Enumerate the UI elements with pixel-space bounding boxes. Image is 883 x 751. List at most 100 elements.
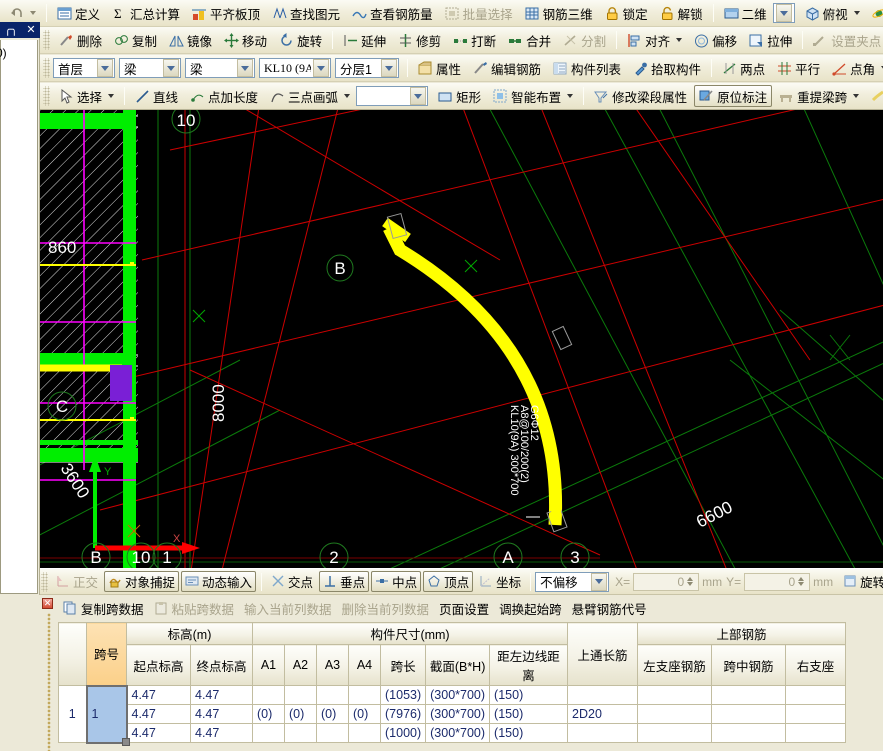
toolbar-button-three-point-arc[interactable]: 三点画弧 [265, 85, 355, 107]
toolbar-button-re-extract-span[interactable]: 重提梁跨 [774, 85, 864, 107]
cell-a3[interactable]: (0) [317, 705, 349, 724]
cell-mid-span-rebar[interactable] [712, 724, 786, 743]
toolbar-button-edit-beam-segment[interactable]: 修改梁段属性 [589, 85, 692, 107]
spinner-icon[interactable] [687, 577, 698, 586]
cell-section-bh[interactable]: (300*700) [426, 686, 490, 705]
offset-y-input[interactable]: 0 [744, 573, 810, 591]
table-row[interactable]: 4.47 4.47 (0) (0) (0) (0) (7976) (300*70… [59, 705, 846, 724]
toolbar-button-delete[interactable]: 删除 [54, 29, 107, 51]
header-member-size-group[interactable]: 构件尺寸(mm) [253, 623, 568, 645]
cell-start-elevation[interactable]: 4.47 [127, 724, 191, 743]
cell-a2[interactable] [285, 724, 317, 743]
close-icon[interactable]: ✕ [42, 598, 53, 609]
cell-right-support-rebar[interactable] [786, 705, 846, 724]
toolbar-button-move[interactable]: 移动 [219, 29, 272, 51]
header-top-through-rebar[interactable]: 上通长筋 [568, 623, 638, 686]
cell-row-number[interactable]: 1 [59, 686, 87, 743]
toolbar-button-find-element[interactable]: 查找图元 [267, 2, 345, 24]
table-row[interactable]: 4.47 4.47 (1000) (300*700) (150) [59, 724, 846, 743]
snap-button-ortho[interactable]: 正交 [52, 571, 102, 592]
toolbar-button-in-place-annotation[interactable]: 原位标注 [694, 85, 772, 107]
grid-button-cantilever-rebar-code[interactable]: 悬臂钢筋代号 [567, 598, 652, 618]
chevron-down-icon[interactable] [676, 38, 682, 42]
chevron-down-icon[interactable] [108, 94, 114, 98]
toolbar-button-two-d[interactable]: 二维 [719, 2, 772, 24]
floor-select[interactable]: 首层 [53, 58, 115, 78]
cell-a1[interactable]: (0) [253, 705, 285, 724]
cell-section-bh[interactable]: (300*700) [426, 705, 490, 724]
toolbar-button-offset[interactable]: 偏移 [689, 29, 742, 51]
header-elevation-group[interactable]: 标高(m) [127, 623, 253, 645]
toolbar-button-trim[interactable]: 修剪 [393, 29, 446, 51]
toolbar-button-span-data[interactable]: 梁跨数据 [866, 85, 883, 107]
table-row[interactable]: 1 1 4.47 4.47 (1053) (300*700) (150) [59, 686, 846, 705]
snap-button-intersection[interactable]: 交点 [267, 571, 317, 592]
panel-grip[interactable] [47, 613, 51, 751]
toolbar-button-rotate[interactable]: 旋转 [274, 29, 327, 51]
grid-button-input-current-column[interactable]: 输入当前列数据 [239, 598, 337, 618]
toolbar-button-split[interactable]: 分割 [558, 29, 611, 51]
toolbar-button-batch-select[interactable]: 批量选择 [440, 2, 518, 24]
cell-start-elevation[interactable]: 4.47 [127, 705, 191, 724]
cell-a3[interactable] [317, 724, 349, 743]
cell-top-through-rebar[interactable] [568, 686, 638, 705]
left-dock-tab[interactable]: ╭╮ ✕ [0, 22, 40, 38]
toolbar-button-merge[interactable]: 合并 [503, 29, 556, 51]
header-span-length[interactable]: 跨长 [381, 645, 426, 686]
toolbar-button-smart-layout[interactable]: 智能布置 [488, 85, 578, 107]
pin-icon[interactable]: ╭╮ [4, 25, 17, 36]
toolbar-button-two-point[interactable]: 两点 [717, 57, 770, 79]
header-right-support-rebar[interactable]: 右支座 [786, 645, 846, 686]
rotate-toggle[interactable]: 旋转 [839, 571, 883, 592]
chevron-down-icon[interactable] [381, 59, 397, 77]
toolbar-button-align-slab-top[interactable]: 平齐板顶 [187, 2, 265, 24]
toolbar-button-unlock[interactable]: 解锁 [655, 2, 708, 24]
toolbar-button-align[interactable]: 对齐 [622, 29, 687, 51]
cell-left-support-rebar[interactable] [638, 686, 712, 705]
grid-button-paste-span-data[interactable]: 粘贴跨数据 [149, 598, 240, 618]
header-start-elevation[interactable]: 起点标高 [127, 645, 191, 686]
cell-a3[interactable] [317, 686, 349, 705]
cell-a4[interactable] [349, 686, 381, 705]
span-data-table[interactable]: 跨号 标高(m) 构件尺寸(mm) 上通长筋 上部钢筋 起点标高 终点标高 A1… [58, 622, 846, 744]
snap-button-dynamic-input[interactable]: 动态输入 [181, 571, 256, 592]
toolbar-button-pick-component[interactable]: 拾取构件 [628, 57, 706, 79]
cell-distance-to-left-edge[interactable]: (150) [490, 705, 568, 724]
undo-button[interactable] [6, 2, 40, 24]
subcategory-select[interactable]: 梁 [185, 58, 255, 78]
snap-button-perpendicular[interactable]: 垂点 [319, 571, 369, 592]
header-top-rebar-group[interactable]: 上部钢筋 [638, 623, 846, 645]
chevron-down-icon[interactable] [410, 87, 426, 105]
toolbar-button-mirror[interactable]: 镜像 [164, 29, 217, 51]
spinner-icon[interactable] [798, 577, 809, 586]
toolbar-button-copy[interactable]: 复制 [109, 29, 162, 51]
cell-a4[interactable] [349, 724, 381, 743]
chevron-down-icon[interactable] [567, 94, 573, 98]
snap-button-midpoint[interactable]: 中点 [371, 571, 421, 592]
cell-start-elevation[interactable]: 4.47 [127, 686, 191, 705]
cell-right-support-rebar[interactable] [786, 686, 846, 705]
chevron-down-icon[interactable] [591, 573, 607, 591]
cell-left-support-rebar[interactable] [638, 705, 712, 724]
chevron-down-icon[interactable] [30, 11, 36, 15]
grid-button-page-setup[interactable]: 页面设置 [434, 598, 494, 618]
snap-button-object-snap[interactable]: 对象捕捉 [104, 571, 179, 592]
grid-button-delete-current-column[interactable]: 删除当前列数据 [337, 598, 435, 618]
chevron-down-icon[interactable] [163, 59, 179, 77]
category-select[interactable]: 梁 [119, 58, 181, 78]
chevron-down-icon[interactable] [97, 59, 113, 77]
cell-distance-to-left-edge[interactable]: (150) [490, 724, 568, 743]
component-select[interactable]: KL10 (9A) [259, 58, 331, 78]
chevron-down-icon[interactable] [776, 4, 792, 22]
cell-span-number[interactable]: 1 [87, 686, 127, 743]
chevron-down-icon[interactable] [853, 94, 859, 98]
toolbar-button-top-view[interactable]: 俯视 [800, 2, 865, 24]
toolbar-button-properties[interactable]: 属性 [413, 57, 466, 79]
toolbar-button-edit-rebar[interactable]: 编辑钢筋 [468, 57, 546, 79]
cell-top-through-rebar[interactable] [568, 724, 638, 743]
arc-mode-select[interactable] [356, 86, 428, 106]
toolbar-button-line[interactable]: 直线 [130, 85, 183, 107]
cell-a1[interactable] [253, 724, 285, 743]
cell-span-length[interactable]: (1000) [381, 724, 426, 743]
toolbar-button-point-angle[interactable]: 点角 [827, 57, 883, 79]
